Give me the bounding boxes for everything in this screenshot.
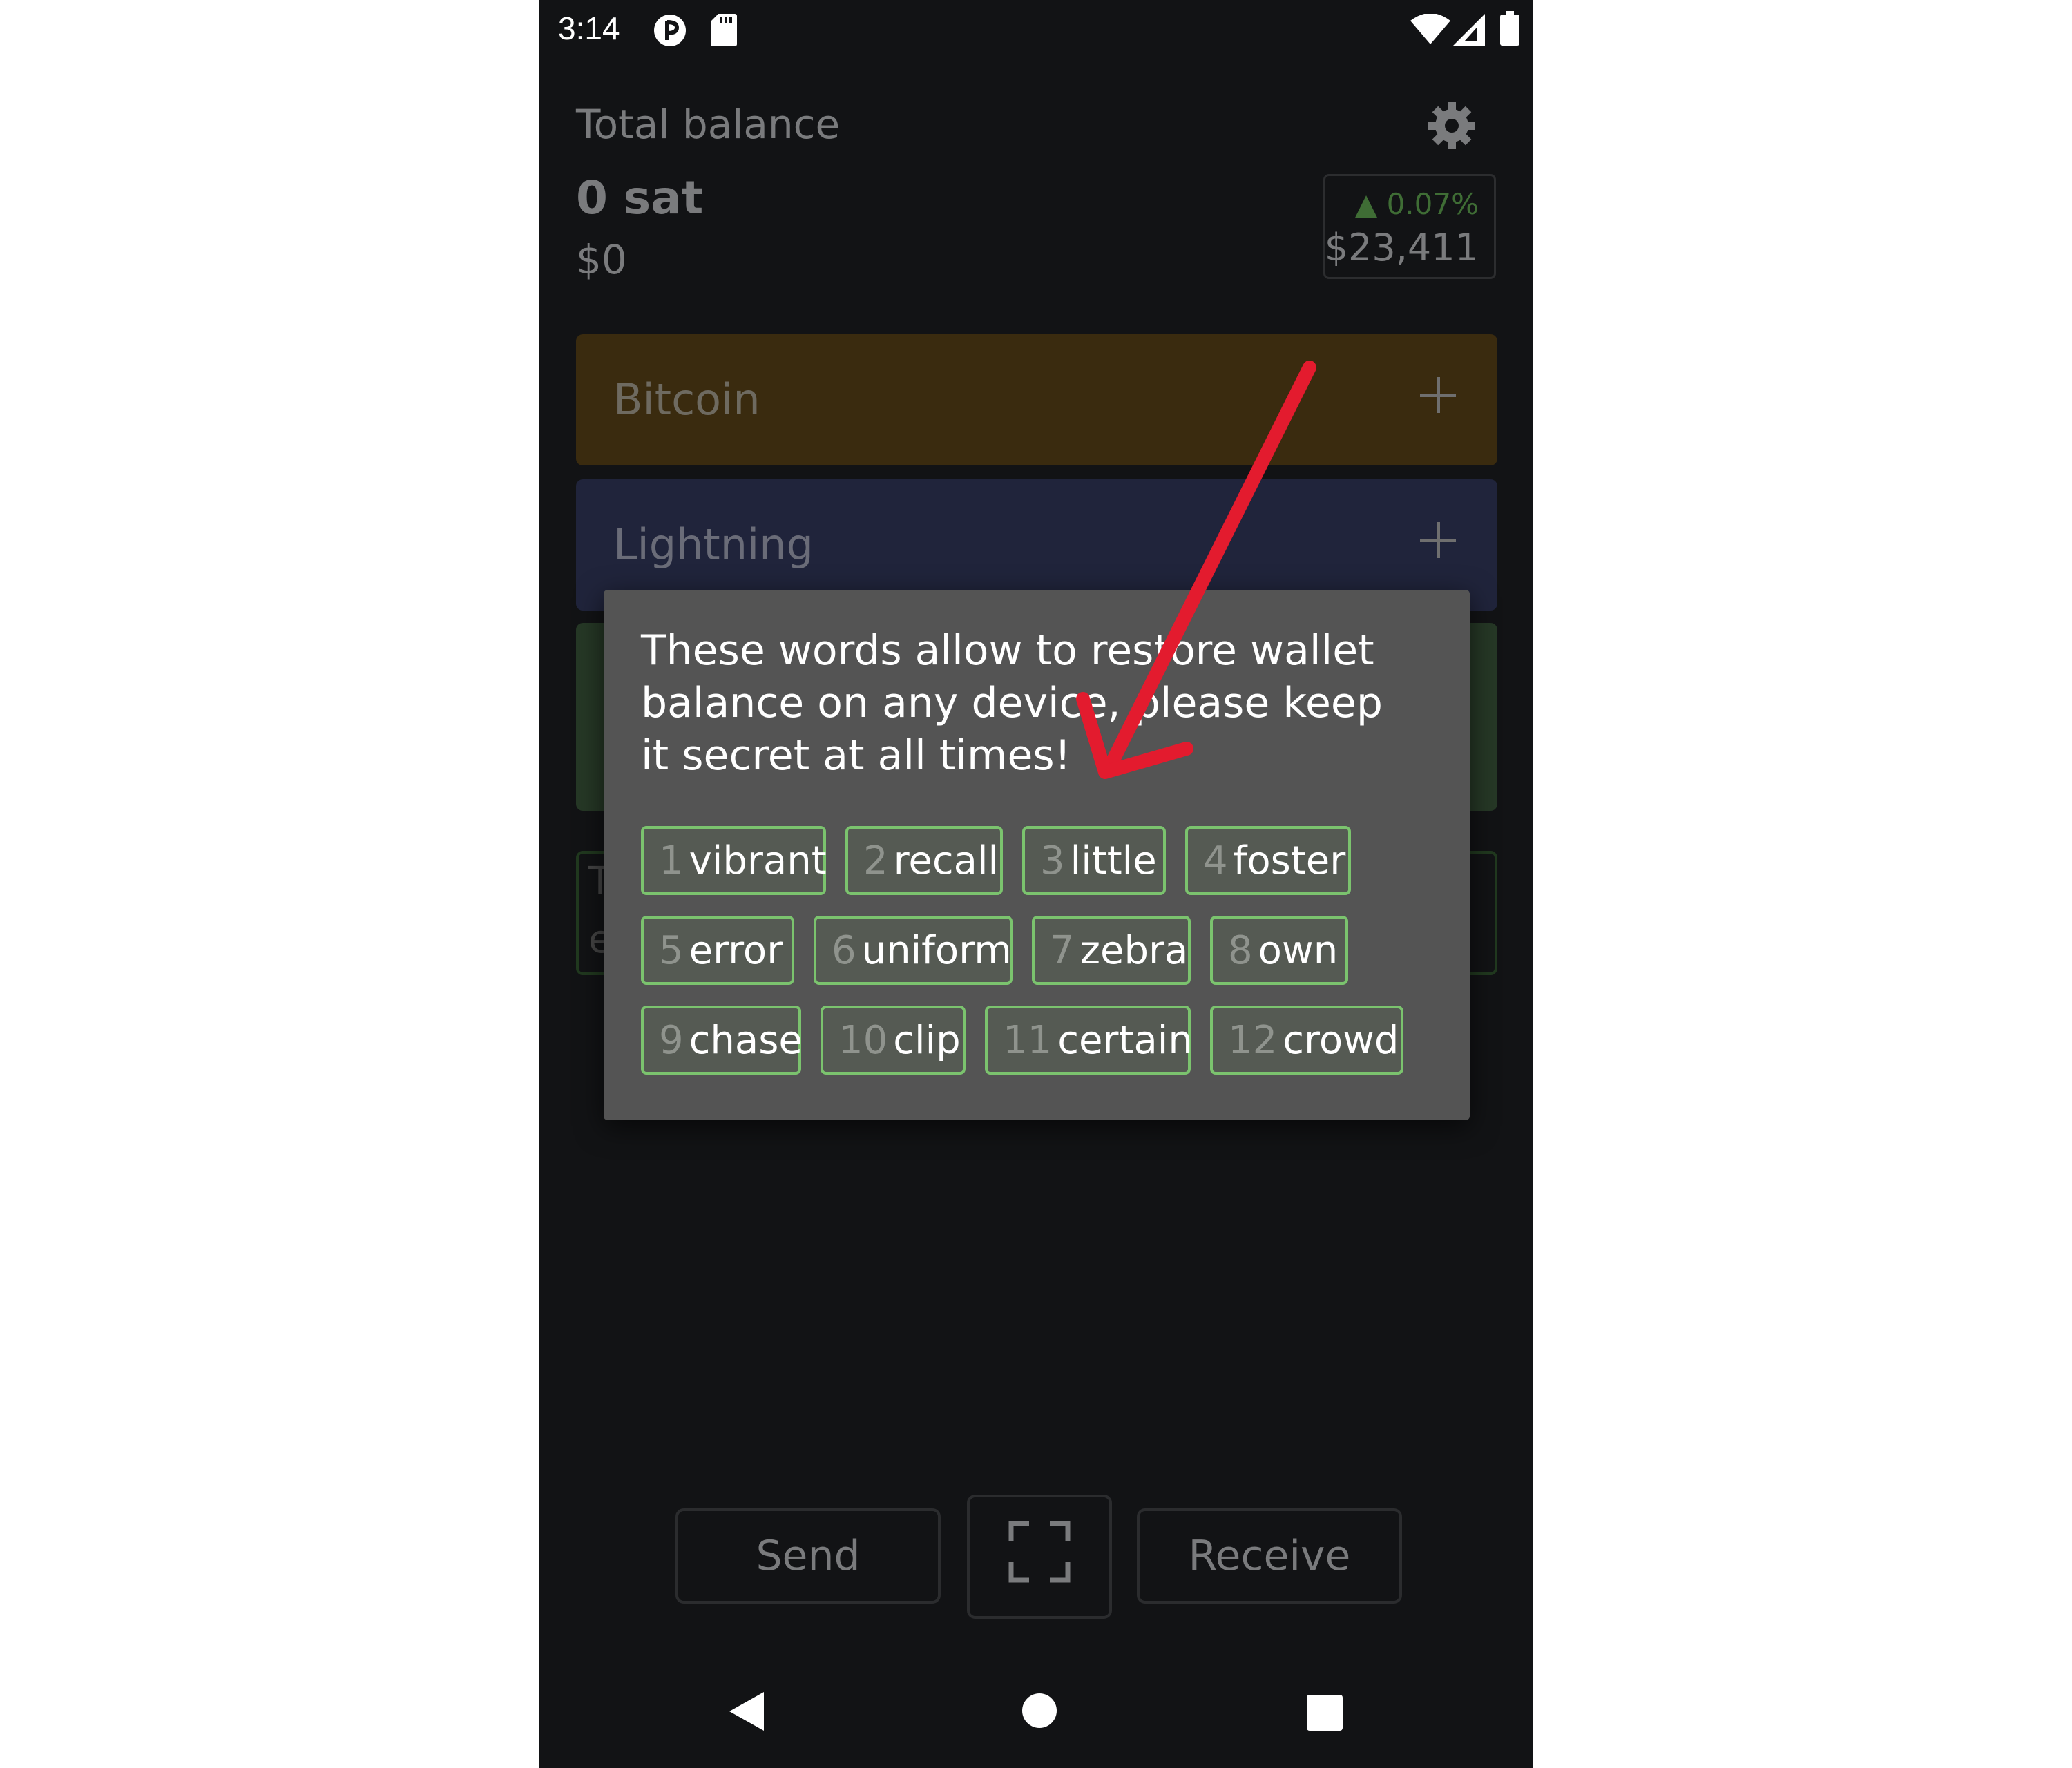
seed-word-number: 3: [1040, 838, 1065, 883]
seed-word-chip[interactable]: 11 certain: [985, 1006, 1193, 1075]
seed-word-number: 6: [832, 928, 856, 973]
seed-word-number: 7: [1050, 928, 1075, 973]
seed-word-number: 8: [1228, 928, 1253, 973]
scan-button[interactable]: [967, 1495, 1112, 1619]
seed-word-chip[interactable]: 12 crowd: [1210, 1006, 1403, 1075]
status-bar: 3:14: [539, 0, 1533, 59]
bitcoin-card-label: Bitcoin: [613, 374, 760, 425]
back-triangle-icon[interactable]: [728, 1691, 765, 1735]
seed-word: recall: [893, 838, 999, 883]
seed-word-number: 9: [659, 1017, 684, 1063]
status-time: 3:14: [558, 10, 620, 46]
alarm-icon: [652, 12, 688, 51]
gear-icon[interactable]: [1427, 101, 1477, 153]
seed-word-number: 11: [1003, 1017, 1053, 1063]
seed-word: chase: [689, 1017, 803, 1063]
seed-word: zebra: [1080, 928, 1189, 973]
home-circle-icon[interactable]: [1021, 1692, 1058, 1732]
add-bitcoin-plus-icon[interactable]: [1417, 374, 1459, 416]
seed-word-number: 12: [1228, 1017, 1278, 1063]
send-button[interactable]: Send: [675, 1508, 941, 1604]
seed-word-number: 5: [659, 928, 684, 973]
rate-price: $23,411: [1324, 226, 1479, 269]
seed-word-number: 4: [1203, 838, 1228, 883]
seed-word-chip[interactable]: 7 zebra: [1032, 916, 1191, 985]
seed-word: clip: [893, 1017, 961, 1063]
sd-card-icon: [710, 12, 738, 50]
total-balance-label: Total balance: [576, 101, 841, 148]
seed-word: error: [689, 928, 783, 973]
bitcoin-wallet-card[interactable]: Bitcoin: [576, 334, 1497, 465]
dialog-message: These words allow to restore wallet bala…: [641, 626, 1383, 780]
seed-word: uniform: [861, 928, 1012, 973]
lightning-card-label: Lightning: [613, 519, 814, 570]
wifi-icon: [1410, 13, 1450, 47]
seed-word-chip[interactable]: 2 recall: [845, 826, 1003, 895]
seed-word-chip[interactable]: 10 clip: [821, 1006, 966, 1075]
seed-word-chip[interactable]: 9 chase: [641, 1006, 803, 1075]
phone-screen: 3:14 Total balance 0 sat $0 ▲ 0.07% $23,…: [539, 0, 1533, 1768]
seed-word-number: 10: [838, 1017, 888, 1063]
rate-change: ▲ 0.07%: [1354, 187, 1479, 221]
seed-word-chip[interactable]: 5 error: [641, 916, 794, 985]
seed-word-number: 1: [659, 838, 684, 883]
battery-icon: [1500, 11, 1519, 48]
receive-button[interactable]: Receive: [1137, 1508, 1402, 1604]
add-lightning-plus-icon[interactable]: [1417, 519, 1459, 561]
seed-word-chip[interactable]: 3 little: [1022, 826, 1166, 895]
seed-word: little: [1070, 838, 1157, 883]
seed-word-chip[interactable]: 8 own: [1210, 916, 1348, 985]
recent-square-icon[interactable]: [1307, 1695, 1343, 1733]
seed-word: crowd: [1283, 1017, 1399, 1063]
seed-word: vibrant: [689, 838, 827, 883]
signal-icon: [1453, 14, 1485, 48]
seed-word: own: [1258, 928, 1339, 973]
balance-sat: 0 sat: [576, 171, 704, 224]
seed-word: foster: [1233, 838, 1346, 883]
seed-word-chip[interactable]: 4 foster: [1185, 826, 1351, 895]
exchange-rate-box[interactable]: ▲ 0.07% $23,411: [1323, 174, 1496, 279]
seed-word: certain: [1057, 1017, 1193, 1063]
scan-qr-icon: [1008, 1521, 1071, 1593]
seed-word-chip[interactable]: 1 vibrant: [641, 826, 827, 895]
recovery-phrase-dialog: These words allow to restore wallet bala…: [604, 590, 1470, 1120]
balance-fiat: $0: [576, 236, 627, 283]
seed-word-chip[interactable]: 6 uniform: [814, 916, 1013, 985]
seed-word-number: 2: [863, 838, 888, 883]
